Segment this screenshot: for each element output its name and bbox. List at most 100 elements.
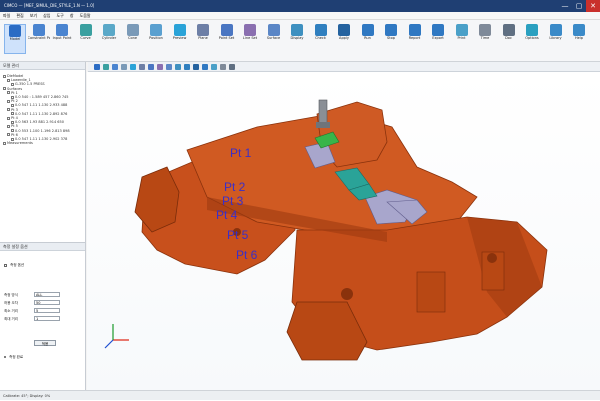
- menu-window[interactable]: 창: [70, 12, 74, 19]
- view-tool-icon[interactable]: [139, 64, 145, 70]
- prop-label-min: 최소 거리: [4, 309, 18, 313]
- ribbon-label: Curve: [80, 36, 91, 40]
- prop-label-max: 최대 거리: [4, 317, 18, 321]
- ribbon-input-point-button[interactable]: Input Point: [51, 24, 73, 54]
- view-tool-icon[interactable]: [211, 64, 217, 70]
- menu-insert[interactable]: 삽입: [43, 12, 50, 19]
- view-tool-icon[interactable]: [220, 64, 226, 70]
- expand-icon: [7, 133, 10, 137]
- ribbon-model-button[interactable]: Model: [4, 24, 26, 54]
- ribbon-plane-button[interactable]: Plane: [192, 24, 214, 54]
- ribbon-label: Point Set: [218, 36, 235, 40]
- ribbon-report-button[interactable]: Report: [404, 24, 426, 54]
- ribbon-cone-button[interactable]: Cone: [122, 24, 144, 54]
- expand-icon: [11, 103, 14, 107]
- expand-icon: [7, 124, 10, 128]
- max-distance-field[interactable]: 1: [34, 316, 60, 321]
- menu-edit[interactable]: 편집: [16, 12, 23, 19]
- tree-item-label: 0.0 553 1.100 1.196 2.813 898: [15, 128, 70, 133]
- view-tool-icon[interactable]: [112, 64, 118, 70]
- ribbon-library-button[interactable]: Library: [545, 24, 567, 54]
- ribbon-export-button[interactable]: Export: [427, 24, 449, 54]
- ribbon-position-button[interactable]: Position: [145, 24, 167, 54]
- ribbon-surface-button[interactable]: Surface: [263, 24, 285, 54]
- expand-icon: [7, 108, 10, 112]
- menu-file[interactable]: 파일: [3, 12, 10, 19]
- measure-method-select[interactable]: ALL: [34, 292, 60, 297]
- menu-view[interactable]: 보기: [30, 12, 37, 19]
- view-tool-icon[interactable]: [193, 64, 199, 70]
- view-tool-icon[interactable]: [184, 64, 190, 70]
- view-tool-icon[interactable]: [229, 64, 235, 70]
- menu-tools[interactable]: 도구: [57, 12, 64, 19]
- properties-panel: 측정 설정 옵션 측정 옵션 측정 방식 ALL 허용 오차 50 최소 거리 …: [0, 242, 86, 390]
- ribbon-time-button[interactable]: Time: [474, 24, 496, 54]
- die-foot-1: [416, 271, 446, 313]
- tree-item-label: 0.0 563 1.93 881 2.914 650: [15, 120, 64, 125]
- ribbon-label: Export: [432, 36, 444, 40]
- ribbon-print-button[interactable]: Print: [451, 24, 473, 54]
- tolerance-field[interactable]: 50: [34, 300, 60, 305]
- minimize-button[interactable]: —: [558, 0, 572, 12]
- view-tool-icon[interactable]: [166, 64, 172, 70]
- ribbon-options-button[interactable]: Options: [521, 24, 543, 54]
- view-tool-icon[interactable]: [202, 64, 208, 70]
- view-tool-icon[interactable]: [157, 64, 163, 70]
- view-tool-icon[interactable]: [148, 64, 154, 70]
- measure-option-label: 측정 옵션: [10, 263, 25, 267]
- maximize-button[interactable]: ▢: [572, 0, 586, 12]
- report-icon: [408, 24, 421, 36]
- tree-item[interactable]: 0.0 547 1.11 1.130 2.892 876: [11, 112, 67, 116]
- tree-item-label: 0.0 547 1.11 1.130 2.892 876: [15, 111, 68, 116]
- ribbon-curve-button[interactable]: Curve: [75, 24, 97, 54]
- axis-triad: [104, 324, 129, 349]
- expand-icon: [11, 137, 14, 141]
- checkbox-box-icon: [4, 263, 7, 267]
- tree-item[interactable]: Measurements: [3, 141, 33, 145]
- menu-help[interactable]: 도움말: [80, 12, 91, 19]
- ribbon-apply-button[interactable]: Apply: [333, 24, 355, 54]
- run-icon: [361, 24, 374, 36]
- ribbon-display-button[interactable]: Display: [286, 24, 308, 54]
- point-set-icon: [220, 24, 233, 36]
- 3d-viewport[interactable]: Pt 1 Pt 2 Pt 3 Pt 4 Pt 5 Pt 6: [87, 72, 600, 390]
- ribbon-label: Apply: [339, 36, 349, 40]
- expand-icon: [7, 116, 10, 120]
- ribbon-cylinder-button[interactable]: Cylinder: [98, 24, 120, 54]
- view-tool-icon[interactable]: [130, 64, 136, 70]
- ribbon-check-button[interactable]: Check: [310, 24, 332, 54]
- min-distance-field[interactable]: 5: [34, 308, 60, 313]
- ribbon-line-set-button[interactable]: Line Set: [239, 24, 261, 54]
- ribbon-preview-button[interactable]: Preview: [169, 24, 191, 54]
- tree-item[interactable]: 0.0 553 1.100 1.196 2.813 898: [11, 129, 70, 133]
- die-model-render[interactable]: [87, 72, 600, 390]
- tree-item[interactable]: 0.0 540 : 1.589 457 2.860 745: [11, 95, 69, 99]
- view-tool-icon[interactable]: [94, 64, 100, 70]
- view-tool-icon[interactable]: [175, 64, 181, 70]
- ribbon-label: Stop: [387, 36, 395, 40]
- ribbon-run-button[interactable]: Run: [357, 24, 379, 54]
- pt-4-label: Pt 4: [216, 208, 238, 222]
- ribbon-stop-button[interactable]: Stop: [380, 24, 402, 54]
- apply-button[interactable]: 적용: [34, 340, 56, 346]
- doc-icon: [502, 24, 515, 36]
- tree-item[interactable]: 0.0 563 1.93 881 2.914 650: [11, 120, 64, 124]
- model-tree-panel: 모델 관리 DieModel Lowerdie_1 G-350 1.5 PRESS S…: [0, 62, 86, 242]
- prop-label-tolerance: 허용 오차: [4, 301, 18, 305]
- pt-2-label: Pt 2: [224, 180, 246, 194]
- view-tool-icon[interactable]: [121, 64, 127, 70]
- library-icon: [549, 24, 562, 36]
- expand-icon: [7, 91, 10, 95]
- ribbon-doc-button[interactable]: Doc: [498, 24, 520, 54]
- tree-item[interactable]: 0.0 547 1.11 1.130 2.933 488: [11, 103, 67, 107]
- ribbon-point-set-button[interactable]: Point Set: [216, 24, 238, 54]
- measure-option-checkbox[interactable]: 측정 옵션: [4, 263, 24, 268]
- ribbon-label: Doc: [505, 36, 512, 40]
- app-window: CIMCO — [MEF_SIMUL_DIE_STYLE_1.N — 1.0] …: [0, 0, 600, 400]
- ribbon-constraint-point-button[interactable]: Constraint Point: [28, 24, 50, 54]
- close-button[interactable]: ✕: [586, 0, 600, 12]
- ribbon-help-button[interactable]: Help: [568, 24, 590, 54]
- view-tool-icon[interactable]: [103, 64, 109, 70]
- props-footnote-text: 측정 완료: [9, 355, 24, 359]
- ribbon-label: Print: [457, 36, 466, 40]
